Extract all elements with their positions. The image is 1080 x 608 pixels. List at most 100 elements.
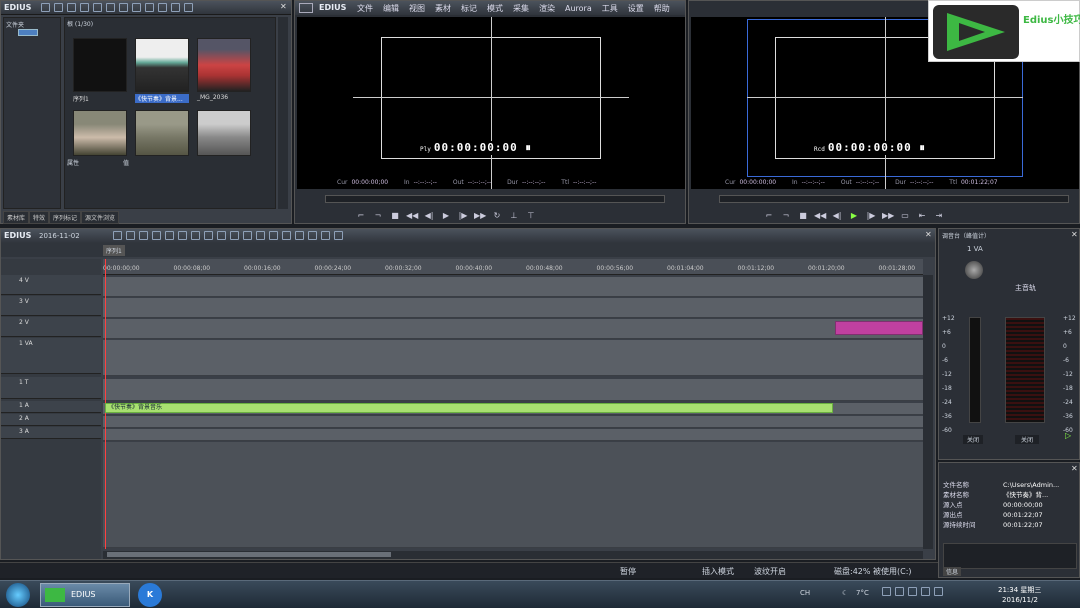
- recorder-position-slider[interactable]: [719, 195, 1069, 203]
- status-insert-mode[interactable]: 插入模式: [702, 566, 734, 577]
- root-folder-icon[interactable]: [18, 29, 38, 36]
- text-icon[interactable]: [93, 3, 102, 12]
- track-lane-a3[interactable]: [103, 429, 923, 441]
- step-forward-icon[interactable]: |▶: [865, 211, 877, 221]
- insert-icon[interactable]: ⊥: [508, 211, 520, 221]
- save-icon[interactable]: [139, 231, 148, 240]
- weather-temp[interactable]: 7°C: [856, 589, 869, 597]
- network-icon[interactable]: [934, 587, 943, 596]
- channel-off-select[interactable]: 关闭: [963, 435, 984, 444]
- pan-knob[interactable]: [965, 261, 983, 279]
- open-icon[interactable]: [80, 3, 89, 12]
- timeline-hscroll[interactable]: [103, 551, 923, 559]
- copy-icon[interactable]: [132, 3, 141, 12]
- bin-scrollbar[interactable]: [278, 17, 288, 209]
- play-icon[interactable]: ▶: [440, 211, 452, 221]
- close-icon[interactable]: ✕: [925, 230, 932, 239]
- rewind-icon[interactable]: ◀◀: [406, 211, 418, 221]
- tray-icon[interactable]: [908, 587, 917, 596]
- track-header-t1[interactable]: 1 T: [1, 377, 101, 399]
- menu-item[interactable]: 视图: [409, 3, 425, 14]
- hscroll-thumb[interactable]: [107, 552, 391, 557]
- track-header-a3[interactable]: 3 A: [1, 427, 101, 439]
- tab-effects[interactable]: 特效: [29, 211, 50, 224]
- track-lane-v4[interactable]: [103, 277, 923, 297]
- taskbar-edius[interactable]: EDIUS: [40, 583, 130, 607]
- prev-edit-icon[interactable]: ⇤: [916, 211, 928, 221]
- menu-item[interactable]: 帮助: [654, 3, 670, 14]
- clip-thumb-audio[interactable]: [135, 38, 189, 92]
- tab-bin[interactable]: 素材库: [3, 211, 30, 224]
- trim-icon[interactable]: [243, 231, 252, 240]
- track-lane-v3[interactable]: [103, 298, 923, 318]
- play-icon[interactable]: ▷: [1065, 431, 1071, 440]
- player-screen[interactable]: Ply 00:00:00:00 ⏸: [297, 17, 685, 189]
- close-icon[interactable]: ✕: [1071, 464, 1078, 473]
- rewind-icon[interactable]: ◀◀: [814, 211, 826, 221]
- overwrite-icon[interactable]: ⊤: [525, 211, 537, 221]
- track-header-va1[interactable]: 1 VA: [1, 338, 101, 374]
- cut-icon[interactable]: [119, 3, 128, 12]
- properties-icon[interactable]: [171, 3, 180, 12]
- title-icon[interactable]: [269, 231, 278, 240]
- track-lane-t1[interactable]: [103, 379, 923, 401]
- video-clip-sequence[interactable]: [835, 321, 923, 335]
- clock-date[interactable]: 2016/11/2: [1002, 596, 1038, 604]
- step-back-icon[interactable]: ◀|: [831, 211, 843, 221]
- menu-item[interactable]: 工具: [602, 3, 618, 14]
- menu-item[interactable]: 编辑: [383, 3, 399, 14]
- copy-icon[interactable]: [165, 231, 174, 240]
- step-forward-icon[interactable]: |▶: [457, 211, 469, 221]
- set-out-icon[interactable]: ¬: [780, 211, 792, 221]
- clip-thumb-image[interactable]: [197, 110, 251, 156]
- track-lane-a2[interactable]: [103, 416, 923, 428]
- track-lane-va1[interactable]: [103, 340, 923, 376]
- menu-item[interactable]: 采集: [513, 3, 529, 14]
- track-lane-v2[interactable]: [103, 319, 923, 339]
- timeline-vscroll[interactable]: [923, 275, 933, 549]
- set-out-icon[interactable]: ¬: [372, 211, 384, 221]
- paste-icon[interactable]: [145, 3, 154, 12]
- search-icon[interactable]: [54, 3, 63, 12]
- close-icon[interactable]: ✕: [1071, 230, 1078, 239]
- menu-item[interactable]: 模式: [487, 3, 503, 14]
- clip-thumb-image[interactable]: [197, 38, 251, 92]
- track-header-a1[interactable]: 1 A: [1, 401, 101, 413]
- ime-indicator[interactable]: CH: [800, 589, 810, 597]
- step-back-icon[interactable]: ◀|: [423, 211, 435, 221]
- menu-item[interactable]: 文件: [357, 3, 373, 14]
- close-icon[interactable]: ✕: [280, 2, 287, 11]
- redo-icon[interactable]: [217, 231, 226, 240]
- track-header-a2[interactable]: 2 A: [1, 414, 101, 426]
- cut-icon[interactable]: [152, 231, 161, 240]
- tab-info[interactable]: 信息: [943, 567, 962, 576]
- track-header-v4[interactable]: 4 V: [1, 275, 101, 295]
- track-header-v3[interactable]: 3 V: [1, 296, 101, 316]
- layout-icon[interactable]: [334, 231, 343, 240]
- razor-icon[interactable]: [230, 231, 239, 240]
- master-off-select[interactable]: 关闭: [1015, 435, 1040, 444]
- new-icon[interactable]: [113, 231, 122, 240]
- status-ripple[interactable]: 波纹开启: [754, 566, 786, 577]
- menu-item[interactable]: 设置: [628, 3, 644, 14]
- timeline-empty-area[interactable]: [103, 442, 923, 548]
- tab-source-browser[interactable]: 源文件浏览: [81, 211, 120, 224]
- loop-icon[interactable]: ↻: [491, 211, 503, 221]
- start-button[interactable]: [6, 583, 30, 607]
- tray-icon[interactable]: [882, 587, 891, 596]
- view-icon[interactable]: [184, 3, 193, 12]
- kugou-icon[interactable]: K: [138, 583, 162, 607]
- audio-clip[interactable]: 《快节奏》背景音乐: [105, 403, 833, 413]
- time-ruler[interactable]: 00:00:00;00 00:00:08;00 00:00:16;00 00:00:2…: [103, 259, 923, 275]
- clock-time[interactable]: 21:34 星期三: [998, 585, 1041, 595]
- menu-item[interactable]: 标记: [461, 3, 477, 14]
- stop-icon[interactable]: ■: [389, 211, 401, 221]
- set-in-icon[interactable]: ⌐: [763, 211, 775, 221]
- open-icon[interactable]: [126, 231, 135, 240]
- track-header-v2[interactable]: 2 V: [1, 317, 101, 337]
- render-icon[interactable]: [295, 231, 304, 240]
- folder-tree[interactable]: 文件夹: [3, 17, 61, 209]
- menu-item[interactable]: Aurora: [565, 4, 592, 13]
- clip-thumb-image[interactable]: [135, 110, 189, 156]
- output-icon[interactable]: ▭: [899, 211, 911, 221]
